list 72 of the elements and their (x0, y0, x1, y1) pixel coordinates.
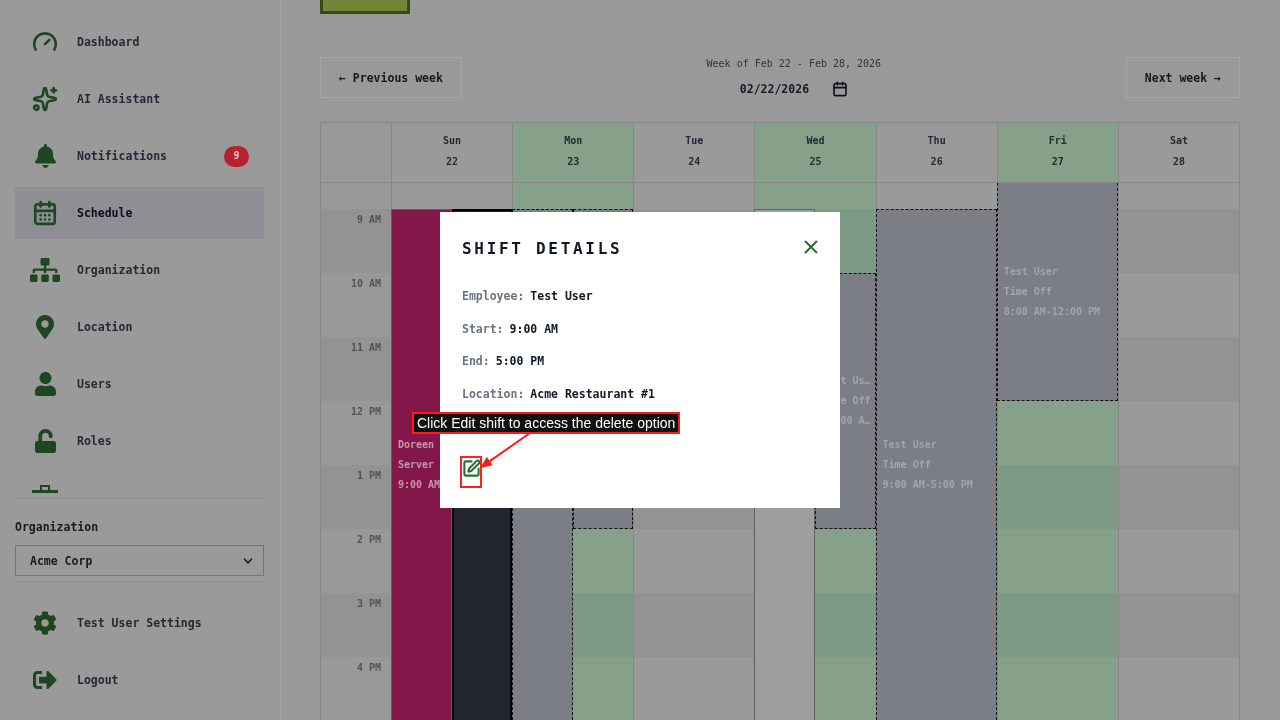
close-button[interactable] (802, 238, 820, 256)
close-icon (804, 240, 818, 254)
map-pin-icon (36, 315, 54, 339)
day-name: Fri (1048, 134, 1067, 148)
highlight-frame (460, 456, 482, 488)
nav-item[interactable]: Organization (15, 244, 264, 296)
next-week-button[interactable]: Next week → (1125, 57, 1240, 98)
day-name: Sat (1169, 134, 1188, 148)
clipped-icon (32, 485, 58, 493)
day-name: Mon (564, 134, 583, 148)
logout-icon (33, 668, 57, 692)
open-padlock-icon (34, 429, 56, 453)
settings-icon (33, 611, 57, 635)
bell-icon (34, 144, 56, 168)
field-value: 5:00 PM (495, 353, 545, 370)
nav-item[interactable]: Notifications 9 (15, 130, 264, 182)
clipped-button[interactable] (320, 0, 410, 14)
nav-item[interactable]: Dashboard (15, 16, 264, 68)
field-label: End: (462, 353, 490, 370)
organization-select[interactable]: Acme Corp (15, 545, 264, 576)
time-label: 9 AM (356, 214, 381, 226)
day-name: Thu (927, 134, 946, 148)
day-date: 22 (446, 155, 459, 169)
field-value: Test User (530, 288, 593, 305)
field-label: Start: (462, 320, 504, 338)
day-name: Wed (806, 134, 825, 148)
day-date: 28 (1172, 155, 1185, 169)
date-field[interactable]: 02/22/2026 (739, 81, 814, 97)
time-label: 3 PM (356, 598, 381, 610)
day-date: 25 (809, 155, 822, 169)
field-label: Location: (462, 385, 525, 403)
organization-label: Organization (15, 520, 100, 534)
field-value: Acme Restaurant #1 (530, 385, 655, 403)
time-label: 2 PM (356, 534, 381, 546)
field-value: 9:00 AM (509, 320, 558, 338)
nav-item[interactable]: Test User Settings (15, 597, 264, 649)
day-name: Tue (685, 134, 704, 148)
time-label: 10 AM (350, 278, 381, 290)
nav-item[interactable]: AI Assistant (15, 73, 264, 125)
time-label: 4 PM (356, 662, 381, 674)
day-name: Sun (443, 134, 462, 148)
time-off-block[interactable] (572, 508, 634, 529)
time-label: 12 PM (350, 406, 381, 418)
day-date: 27 (1051, 155, 1064, 169)
day-date: 24 (688, 155, 701, 169)
nav-item[interactable]: Logout (15, 654, 264, 706)
calendar-icon[interactable] (831, 81, 848, 97)
edit-button[interactable] (462, 459, 481, 478)
previous-week-button[interactable]: ← Previous week (320, 57, 462, 98)
day-date: 23 (567, 155, 580, 169)
annotation-label: Click Edit shift to access the delete option (412, 412, 681, 434)
event-text: Doreen (398, 438, 435, 452)
event-text: Server (398, 458, 435, 472)
week-label: Week of Feb 22 - Feb 28, 2026 (706, 57, 882, 71)
nav-item[interactable]: Schedule (15, 187, 264, 239)
user-icon (34, 372, 56, 396)
dialog-title: SHIFT DETAILS (462, 238, 623, 260)
time-label: 11 AM (350, 342, 381, 354)
event-text: 9:00 AM (398, 478, 441, 492)
nav-item[interactable]: Roles (15, 415, 264, 467)
edit-icon (462, 459, 481, 478)
arrow-icon (478, 432, 532, 470)
nav-item[interactable]: Users (15, 358, 264, 410)
field-label: Employee: (462, 288, 525, 305)
sparkle-icon (32, 86, 58, 112)
org-chart-icon (30, 258, 60, 282)
shift-block[interactable] (451, 508, 513, 720)
nav-item[interactable]: Location (15, 301, 264, 353)
day-date: 26 (930, 155, 943, 169)
calendar-icon (32, 200, 58, 226)
time-label: 1 PM (356, 470, 381, 482)
notification-badge: 9 (224, 145, 249, 167)
